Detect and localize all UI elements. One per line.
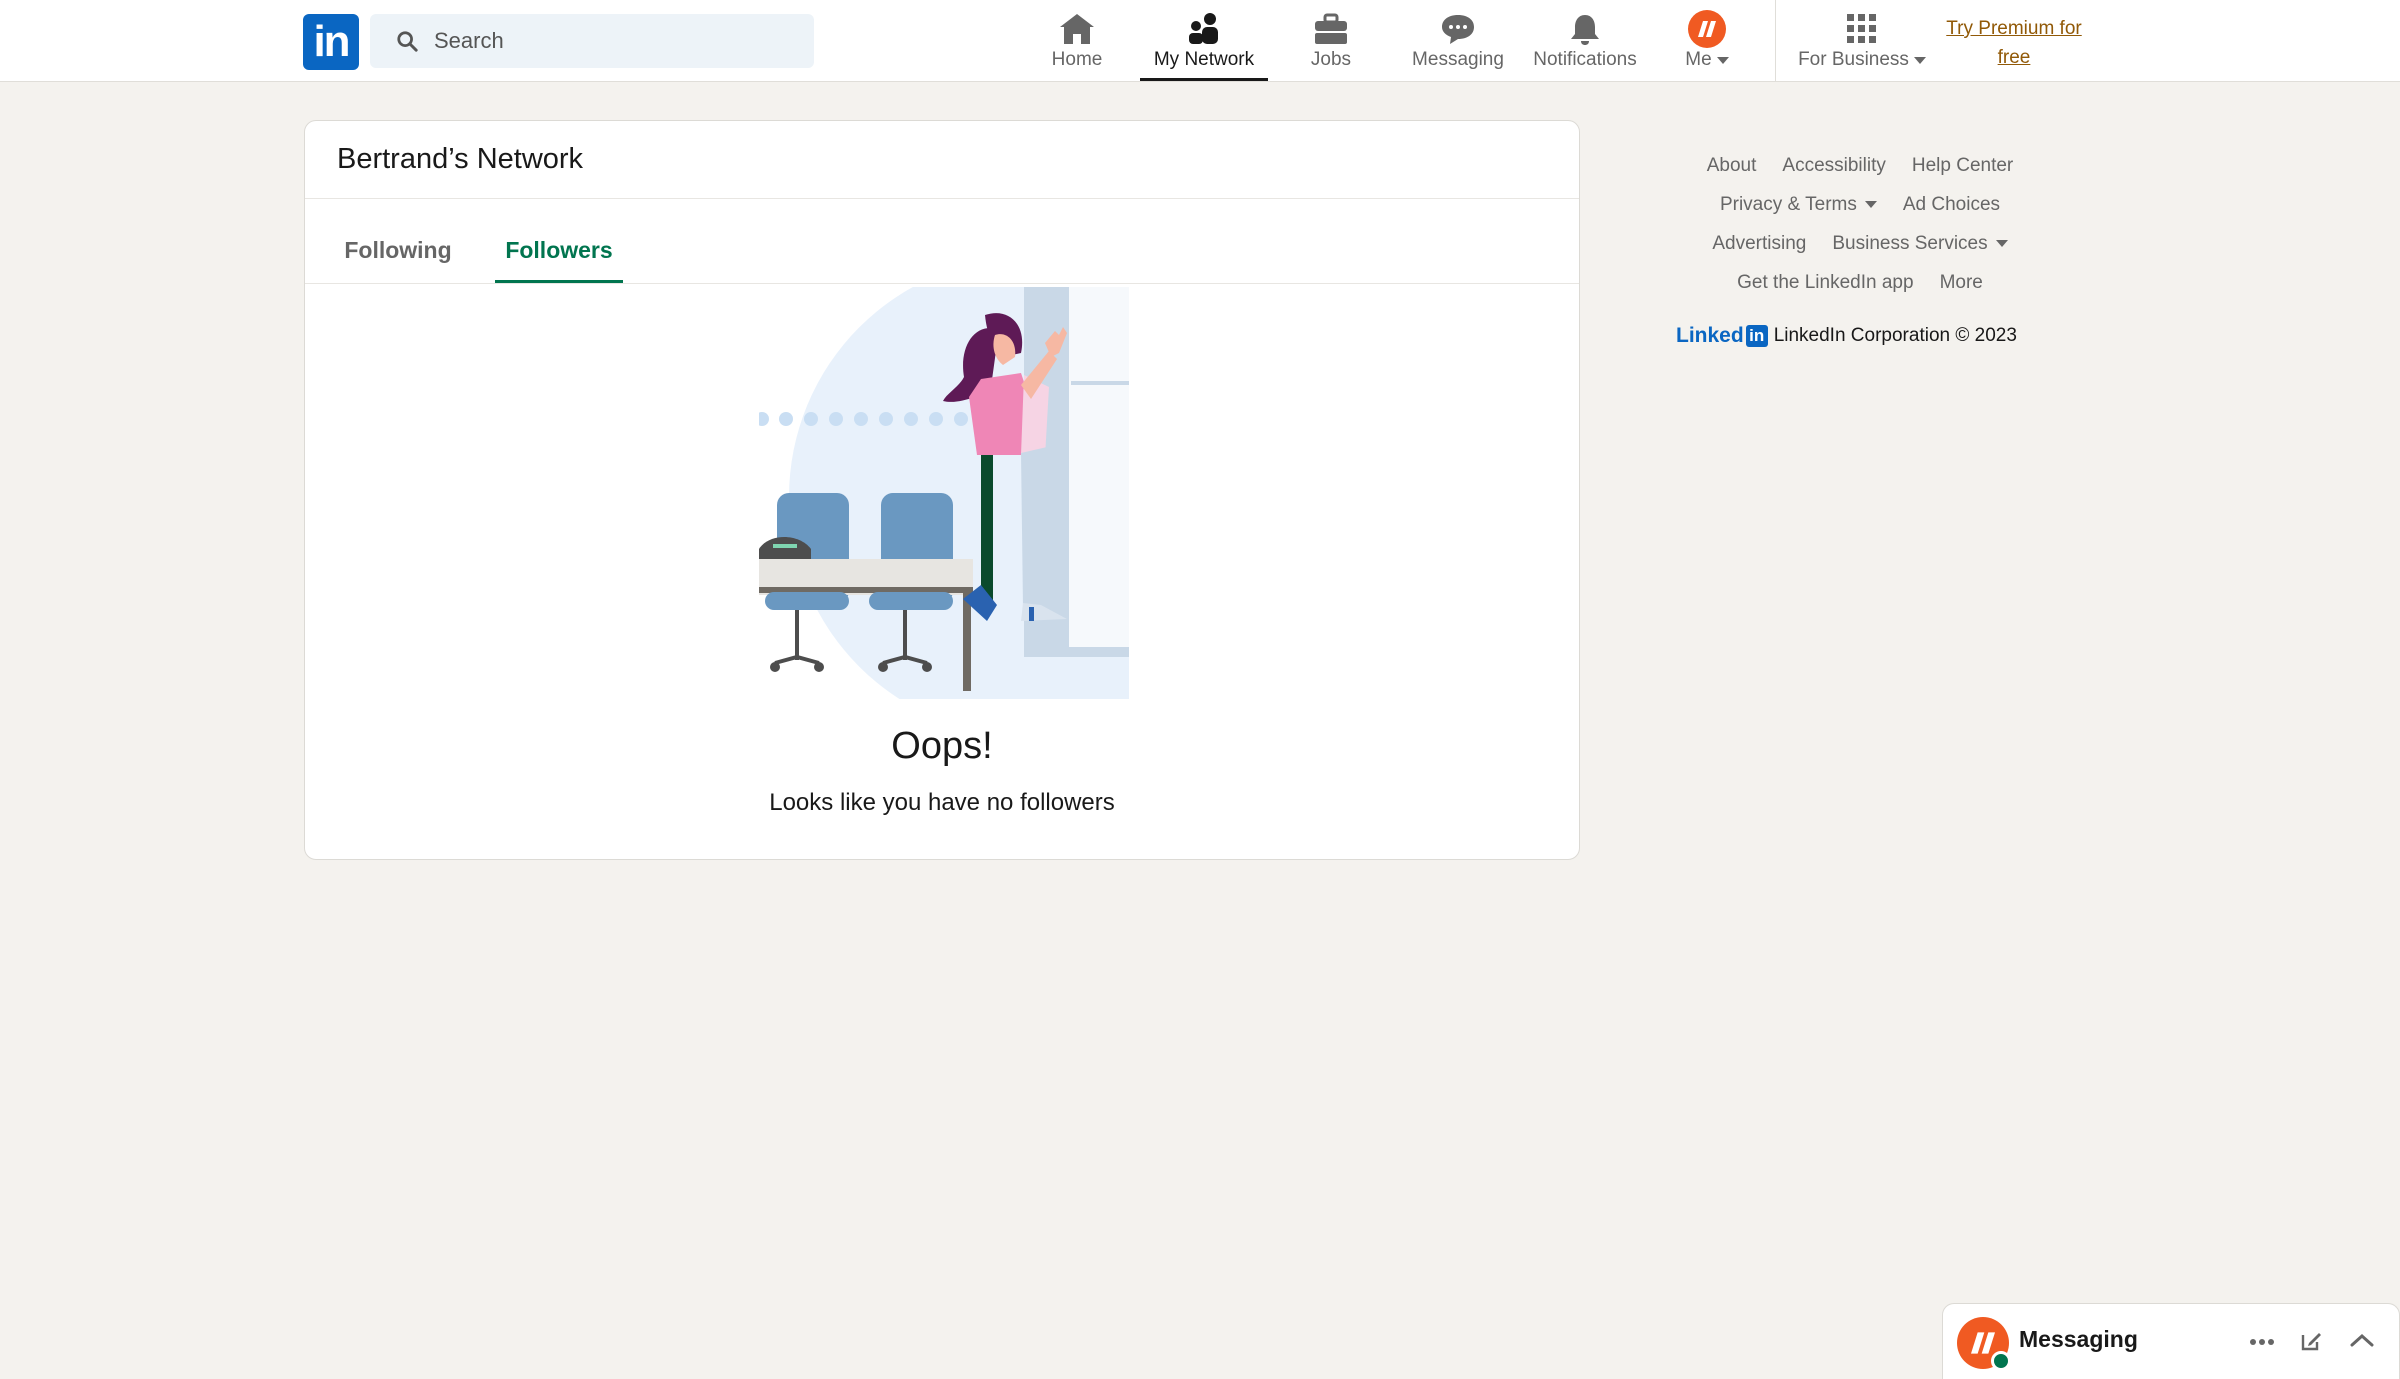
footer-privacy-terms-dropdown[interactable]: Privacy & Terms <box>1720 194 1877 216</box>
nav-my-network[interactable]: My Network <box>1140 0 1268 81</box>
nav-messaging-label: Messaging <box>1412 49 1504 70</box>
global-nav: in Home My Network <box>0 0 2400 82</box>
premium-line-1: Try Premium for <box>1946 18 2082 39</box>
network-card: Bertrand’s Network Following Followers O… <box>304 120 1580 860</box>
copyright-text: LinkedIn Corporation © 2023 <box>1773 325 2017 346</box>
footer-privacy-terms-label: Privacy & Terms <box>1719 193 1857 215</box>
title-divider <box>305 198 1579 199</box>
footer-get-app-link[interactable]: Get the LinkedIn app <box>1737 272 1913 294</box>
briefcase-icon <box>1315 13 1347 44</box>
more-options-icon[interactable] <box>2249 1338 2275 1346</box>
linkedin-wordmark-icon: Linked in <box>1676 324 1768 348</box>
empty-state-title: Oops! <box>891 725 993 767</box>
avatar-logo-icon <box>1698 21 1716 37</box>
bell-icon <box>1571 15 1599 45</box>
compose-message-icon[interactable] <box>2299 1329 2323 1353</box>
nav-jobs[interactable]: Jobs <box>1296 0 1366 81</box>
brand-in-badge: in <box>1745 325 1768 347</box>
grid-apps-icon <box>1847 14 1876 43</box>
empty-state-illustration <box>759 287 1129 699</box>
footer-help-center-link[interactable]: Help Center <box>1912 155 2013 177</box>
footer-links: About Accessibility Help Center Privacy … <box>1660 146 2060 302</box>
nav-for-business-label: For Business <box>1798 49 1909 70</box>
tab-followers[interactable]: Followers <box>495 217 623 283</box>
caret-down-icon <box>1864 201 1877 208</box>
nav-jobs-label: Jobs <box>1310 49 1352 70</box>
footer-advertising-link[interactable]: Advertising <box>1712 233 1806 255</box>
footer-ad-choices-link[interactable]: Ad Choices <box>1903 194 2000 216</box>
footer-more-link[interactable]: More <box>1940 272 1983 294</box>
tab-followers-label: Followers <box>505 236 613 263</box>
footer-about-link[interactable]: About <box>1707 155 1757 177</box>
online-status-dot <box>1991 1351 2011 1371</box>
nav-for-business[interactable]: For Business <box>1792 0 1932 81</box>
tab-following[interactable]: Following <box>335 217 461 283</box>
nav-home-label: Home <box>1051 49 1103 70</box>
messaging-dock[interactable]: Messaging <box>1942 1303 2400 1379</box>
avatar-logo-icon <box>1971 1332 1995 1354</box>
chat-bubble-icon <box>1442 15 1474 44</box>
linkedin-logo-icon[interactable]: in <box>303 14 359 70</box>
caret-down-icon <box>1995 240 2008 247</box>
tab-following-label: Following <box>344 236 452 263</box>
nav-notifications[interactable]: Notifications <box>1526 0 1644 81</box>
brand-word: Linked <box>1676 324 1744 347</box>
nav-home[interactable]: Home <box>1042 0 1112 81</box>
search-icon <box>397 31 418 52</box>
nav-me-label: Me <box>1685 49 1712 70</box>
page-title: Bertrand’s Network <box>337 143 584 175</box>
try-premium-link[interactable]: Try Premium for free <box>1930 14 2098 72</box>
messaging-dock-label: Messaging <box>2019 1326 2138 1352</box>
profile-avatar <box>1688 10 1726 48</box>
people-icon <box>1189 13 1218 44</box>
search-bar[interactable] <box>370 14 814 68</box>
chevron-down-icon <box>1716 56 1729 64</box>
footer-brand: Linked in LinkedIn Corporation © 2023 <box>1676 324 2017 348</box>
nav-divider <box>1775 0 1776 81</box>
chevron-down-icon <box>1913 56 1926 64</box>
nav-messaging[interactable]: Messaging <box>1404 0 1512 81</box>
nav-notifications-label: Notifications <box>1533 49 1637 70</box>
empty-state-subtitle: Looks like you have no followers <box>769 789 1115 816</box>
chevron-up-icon[interactable] <box>2349 1332 2375 1348</box>
home-icon <box>1060 14 1094 44</box>
tabs-divider <box>305 283 1579 284</box>
nav-my-network-label: My Network <box>1153 49 1255 70</box>
footer-business-services-dropdown[interactable]: Business Services <box>1832 232 2008 255</box>
search-input[interactable] <box>432 27 796 55</box>
footer-business-services-label: Business Services <box>1832 232 1988 254</box>
footer-accessibility-link[interactable]: Accessibility <box>1782 155 1885 177</box>
premium-line-2: free <box>1997 47 2031 68</box>
nav-me[interactable]: Me <box>1670 0 1744 81</box>
messaging-avatar <box>1957 1317 2011 1371</box>
